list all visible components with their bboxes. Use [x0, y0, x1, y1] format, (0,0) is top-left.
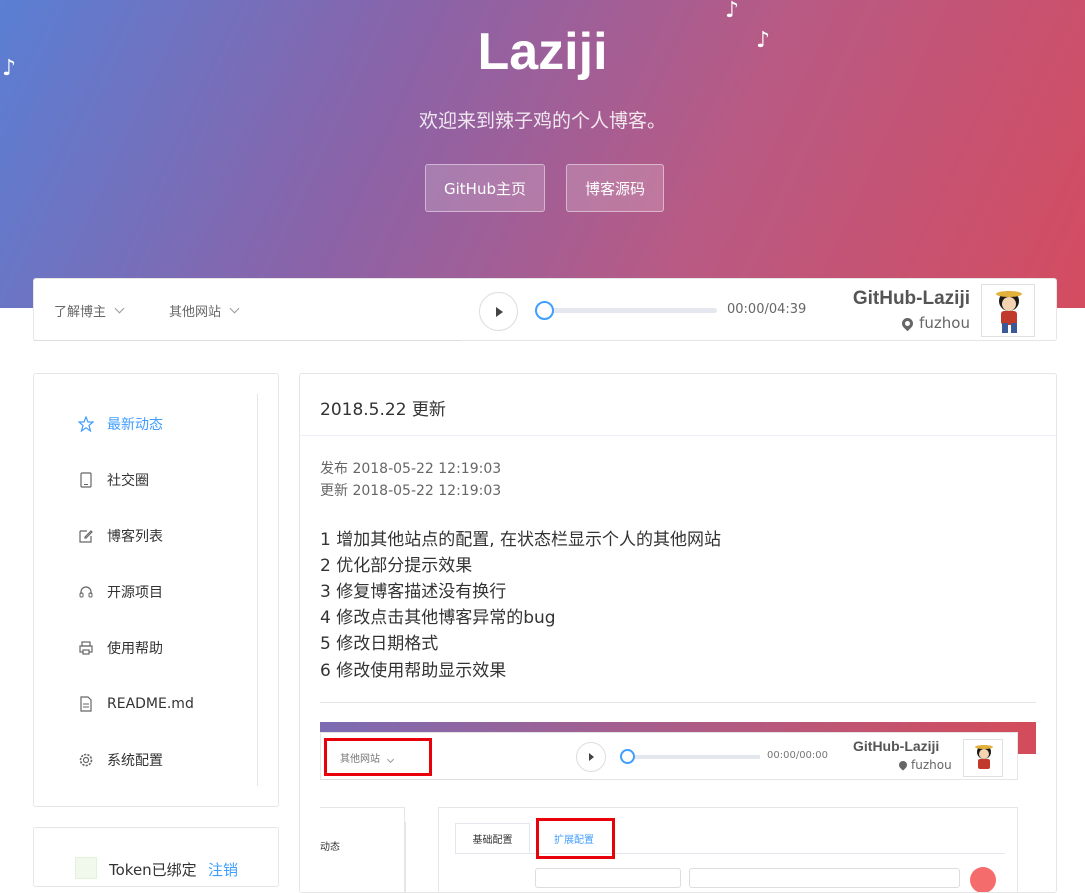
sidebar-divider [257, 394, 258, 786]
token-logout-link[interactable]: 注销 [208, 859, 238, 880]
sidebar-item-label: 社交圈 [107, 473, 149, 489]
printer-icon [78, 640, 94, 656]
hero-banner: ♪ ♪ ♪ Laziji 欢迎来到辣子鸡的个人博客。 GitHub主页 博客源码 [0, 0, 1085, 308]
site-title: Laziji [477, 23, 608, 81]
screenshot-play-icon [576, 742, 606, 772]
about-menu-label: 了解博主 [54, 305, 107, 320]
location-pin-icon [897, 759, 909, 771]
screenshot-sidebar-divider [405, 822, 406, 892]
headset-icon [78, 584, 94, 600]
other-sites-menu[interactable]: 其他网站 [169, 301, 240, 320]
highlight-box [324, 738, 432, 776]
screenshot-menu-underline [321, 779, 591, 780]
token-status-icon [75, 857, 97, 879]
highlight-box [536, 818, 615, 859]
post-card: 2018.5.22 更新 发布 2018-05-22 12:19:03 更新 2… [299, 373, 1057, 893]
sidebar-item-latest[interactable]: 最新动态 [78, 414, 163, 434]
other-sites-menu-label: 其他网站 [169, 305, 222, 320]
chevron-down-icon [114, 303, 125, 314]
top-status-bar: 了解博主 其他网站 00:00/04:39 GitHub-Laziji fuzh… [33, 278, 1057, 341]
sidebar-item-label: README.md [107, 696, 194, 712]
changelog-line: 5 修改日期格式 [320, 634, 439, 654]
sidebar-item-blog-list[interactable]: 博客列表 [78, 526, 163, 546]
screenshot-location: fuzhou [897, 758, 952, 772]
chevron-down-icon [229, 303, 240, 314]
sidebar-item-label: 最新动态 [107, 417, 163, 433]
token-status-label: Token已绑定 [109, 861, 197, 879]
github-username[interactable]: GitHub-Laziji [853, 288, 970, 310]
avatar[interactable] [981, 284, 1035, 337]
star-icon [78, 416, 94, 432]
sidebar-item-label: 系统配置 [107, 753, 163, 769]
document-icon [78, 696, 94, 712]
github-home-button[interactable]: GitHub主页 [425, 164, 545, 212]
avatar-illustration [996, 291, 1022, 333]
user-location: fuzhou [899, 314, 970, 332]
changelog-line: 1 增加其他站点的配置, 在状态栏显示个人的其他网站 [320, 530, 722, 550]
sidebar-item-label: 开源项目 [107, 585, 163, 601]
menu-underline [34, 340, 460, 341]
screenshot-location-text: fuzhou [911, 758, 952, 772]
sidebar-item-settings[interactable]: 系统配置 [78, 750, 163, 770]
edit-icon [78, 528, 94, 544]
post-screenshot-image: 其他网站 00:00/00:00 GitHub-Laziji fuzhou 动态… [320, 722, 1036, 892]
sidebar-item-readme[interactable]: README.md [78, 694, 194, 714]
post-updated-date: 更新 2018-05-22 12:19:03 [320, 483, 502, 499]
screenshot-input [535, 868, 681, 888]
sidebar-item-label: 使用帮助 [107, 641, 163, 657]
screenshot-player-time: 00:00/00:00 [767, 750, 829, 761]
play-button[interactable] [479, 292, 518, 331]
audio-progress-track[interactable] [544, 308, 717, 313]
sidebar-item-social[interactable]: 社交圈 [78, 470, 149, 490]
gear-icon [78, 752, 94, 768]
screenshot-progress-handle [620, 749, 635, 764]
screenshot-sidebar-text: 动态 [320, 842, 340, 853]
screenshot-tab-basic: 基础配置 [455, 823, 530, 854]
screenshot-input [689, 868, 960, 888]
changelog-line: 4 修改点击其他博客异常的bug [320, 608, 556, 628]
token-panel: Token已绑定 注销 [33, 827, 279, 887]
sidebar-item-label: 博客列表 [107, 529, 163, 545]
sidebar-item-help[interactable]: 使用帮助 [78, 638, 163, 658]
screenshot-delete-button [970, 867, 996, 892]
changelog-line: 3 修复博客描述没有换行 [320, 582, 507, 602]
screenshot-avatar [963, 739, 1003, 777]
blog-source-button[interactable]: 博客源码 [566, 164, 664, 212]
screenshot-progress-track [626, 755, 760, 759]
post-published-date: 发布 2018-05-22 12:19:03 [320, 461, 502, 477]
location-text: fuzhou [919, 314, 970, 332]
about-menu[interactable]: 了解博主 [54, 301, 125, 320]
tablet-icon [78, 472, 94, 488]
post-header: 2018.5.22 更新 [300, 374, 1056, 436]
screenshot-github-name: GitHub-Laziji [853, 738, 940, 754]
changelog-line: 6 修改使用帮助显示效果 [320, 661, 507, 681]
site-subtitle: 欢迎来到辣子鸡的个人博客。 [418, 110, 666, 132]
changelog-line: 2 优化部分提示效果 [320, 556, 473, 576]
sidebar-item-open-source[interactable]: 开源项目 [78, 582, 163, 602]
music-note-icon: ♪ [725, 0, 740, 23]
player-time: 00:00/04:39 [727, 302, 807, 317]
location-pin-icon [899, 315, 916, 331]
sidebar: 最新动态 社交圈 博客列表 开源项目 使用帮助 README.md 系统配置 [33, 373, 279, 807]
audio-progress-handle[interactable] [535, 301, 554, 320]
post-title: 2018.5.22 更新 [320, 400, 446, 420]
post-divider [320, 702, 1036, 703]
